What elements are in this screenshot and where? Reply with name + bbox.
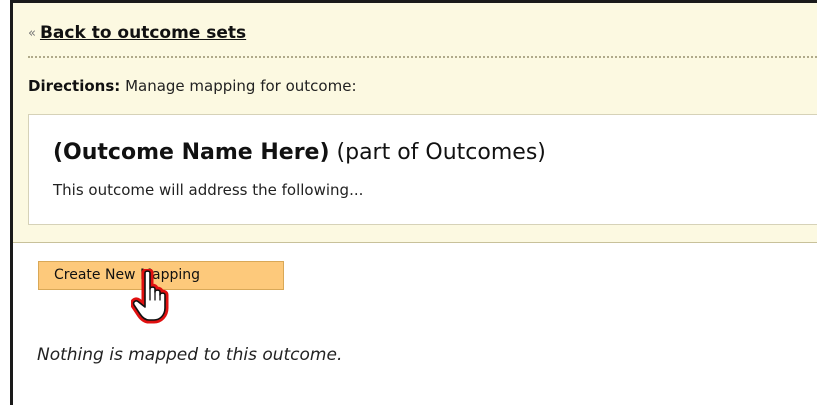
divider — [28, 56, 817, 58]
screenshot-frame: « Back to outcome sets Directions: Manage… — [10, 0, 817, 405]
directions-text: Directions: Manage mapping for outcome: — [28, 77, 357, 95]
back-arrow-icon: « — [28, 26, 36, 41]
outcome-description: This outcome will address the following.… — [53, 181, 364, 199]
directions-label: Directions: — [28, 77, 121, 95]
outcome-parent: (part of Outcomes) — [336, 140, 546, 165]
empty-mappings-message: Nothing is mapped to this outcome. — [37, 345, 343, 365]
hand-pointer-icon — [131, 269, 169, 324]
back-to-outcome-sets-link[interactable]: Back to outcome sets — [40, 23, 246, 43]
outcome-title: (Outcome Name Here) (part of Outcomes) — [53, 140, 546, 165]
outcome-name: (Outcome Name Here) — [53, 140, 330, 165]
directions-body: Manage mapping for outcome: — [125, 77, 357, 95]
breadcrumb: « Back to outcome sets — [28, 23, 246, 43]
outcome-header-panel: « Back to outcome sets Directions: Manage… — [13, 3, 817, 243]
outcome-summary-box: (Outcome Name Here) (part of Outcomes) T… — [28, 114, 817, 225]
